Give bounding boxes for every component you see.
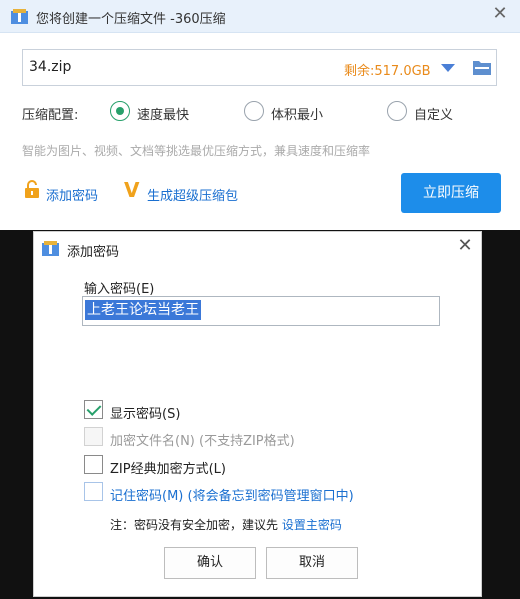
archive-app-icon — [42, 241, 59, 256]
compress-now-button[interactable]: 立即压缩 — [401, 173, 501, 213]
radio-smallest[interactable] — [244, 101, 264, 121]
title-bar: 您将创建一个压缩文件 -360压缩 ✕ — [0, 0, 520, 33]
zip-classic-encryption-label[interactable]: ZIP经典加密方式(L) — [110, 458, 226, 477]
folder-icon[interactable] — [472, 59, 492, 76]
set-master-password-link[interactable]: 设置主密码 — [282, 518, 342, 532]
show-password-checkbox[interactable] — [84, 400, 103, 419]
chevron-down-icon[interactable] — [441, 64, 455, 72]
file-name[interactable]: 34.zip — [29, 59, 71, 75]
config-hint: 智能为图片、视频、文档等挑选最优压缩方式，兼具速度和压缩率 — [22, 144, 371, 158]
password-value[interactable]: 上老王论坛当老王 — [85, 300, 201, 320]
free-space-label: 剩余:517.0GB — [344, 64, 431, 79]
password-input-label: 输入密码(E) — [84, 282, 155, 297]
archive-app-icon — [11, 9, 28, 24]
encrypt-filenames-label: 加密文件名(N) (不支持ZIP格式) — [110, 434, 295, 449]
config-label: 压缩配置: — [22, 108, 79, 123]
radio-fastest[interactable] — [110, 101, 130, 121]
cancel-button[interactable]: 取消 — [266, 547, 358, 579]
radio-custom[interactable] — [387, 101, 407, 121]
lock-icon[interactable] — [24, 180, 40, 199]
security-note: 注：密码没有安全加密，建议先 设置主密码 — [110, 516, 342, 533]
radio-smallest-label[interactable]: 体积最小 — [271, 104, 323, 123]
remember-password-checkbox[interactable] — [84, 482, 103, 501]
output-path-field[interactable]: 34.zip 剩余:517.0GB — [22, 49, 497, 86]
dialog-title: 添加密码 — [67, 245, 120, 260]
show-password-label[interactable]: 显示密码(S) — [110, 403, 180, 422]
add-password-link[interactable]: 添加密码 — [46, 185, 98, 204]
close-icon[interactable]: ✕ — [488, 3, 512, 27]
confirm-button[interactable]: 确认 — [164, 547, 256, 579]
zip-classic-encryption-checkbox[interactable] — [84, 455, 103, 474]
super-compress-link[interactable]: 生成超级压缩包 — [147, 185, 238, 204]
security-note-text: 注：密码没有安全加密，建议先 — [110, 518, 282, 532]
remember-password-label[interactable]: 记住密码(M) (将会备忘到密码管理窗口中) — [110, 485, 354, 504]
radio-custom-label[interactable]: 自定义 — [414, 104, 453, 123]
close-icon[interactable]: ✕ — [453, 235, 477, 259]
password-input[interactable]: 上老王论坛当老王 — [82, 296, 440, 326]
compress-window: 您将创建一个压缩文件 -360压缩 ✕ 34.zip 剩余:517.0GB 压缩… — [0, 0, 520, 230]
radio-fastest-label[interactable]: 速度最快 — [137, 104, 189, 123]
add-password-dialog: 添加密码 ✕ 输入密码(E) 上老王论坛当老王 显示密码(S) 加密文件名(N)… — [33, 231, 482, 597]
window-title: 您将创建一个压缩文件 -360压缩 — [36, 12, 226, 27]
v-badge-icon[interactable]: V — [124, 180, 139, 200]
encrypt-filenames-checkbox — [84, 427, 103, 446]
